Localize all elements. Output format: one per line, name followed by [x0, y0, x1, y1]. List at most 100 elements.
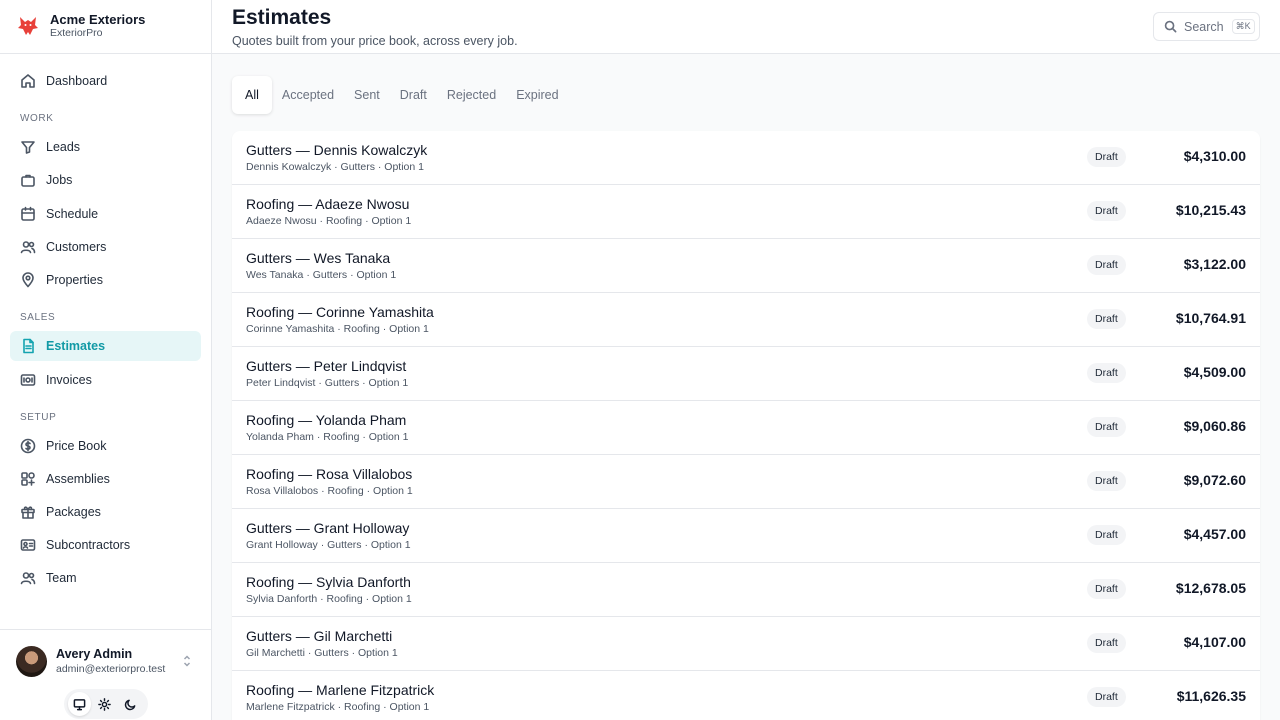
estimate-meta: Marlene Fitzpatrick · Roofing · Option 1	[246, 701, 430, 713]
estimate-title: Roofing — Adaeze Nwosu	[246, 196, 410, 212]
list-item[interactable]: Roofing — Marlene Fitzpatrick Marlene Fi…	[232, 671, 1260, 720]
sidebar-item-label: Customers	[46, 240, 107, 254]
sidebar-item-schedule[interactable]: Schedule	[10, 199, 201, 229]
sidebar-item-label: Subcontractors	[46, 538, 131, 552]
search-shortcut: ⌘K	[1231, 19, 1255, 34]
user-email: admin@exteriorpro.test	[56, 663, 166, 675]
status-badge: Draft	[1087, 471, 1126, 491]
monitor-icon[interactable]	[68, 692, 92, 716]
tab-draft[interactable]: Draft	[390, 76, 437, 114]
estimate-meta: Sylvia Danforth · Roofing · Option 1	[246, 593, 412, 605]
sidebar-item-estimates[interactable]: Estimates	[10, 331, 201, 361]
estimate-title: Gutters — Dennis Kowalczyk	[246, 142, 428, 158]
search-icon	[1164, 20, 1177, 33]
sidebar-item-dashboard[interactable]: Dashboard	[10, 66, 201, 96]
estimate-amount: $10,215.43	[1175, 202, 1246, 218]
estimate-meta: Grant Holloway · Gutters · Option 1	[246, 539, 411, 551]
status-badge: Draft	[1087, 687, 1126, 707]
list-item[interactable]: Roofing — Corinne Yamashita Corinne Yama…	[232, 293, 1260, 347]
page-header: Estimates Quotes built from your price b…	[212, 0, 1280, 54]
sidebar-item-invoices[interactable]: Invoices	[10, 365, 201, 395]
sidebar-item-jobs[interactable]: Jobs	[10, 165, 201, 195]
avatar[interactable]	[16, 646, 47, 677]
sidebar-item-label: Invoices	[46, 373, 92, 387]
sidebar-item-customers[interactable]: Customers	[10, 232, 201, 262]
list-item[interactable]: Roofing — Adaeze Nwosu Adaeze Nwosu · Ro…	[232, 185, 1260, 239]
receipt-icon	[20, 372, 36, 388]
estimate-title: Gutters — Gil Marchetti	[246, 628, 393, 644]
estimate-meta: Adaeze Nwosu · Roofing · Option 1	[246, 215, 412, 227]
sidebar-item-label: Packages	[46, 505, 101, 519]
status-badge: Draft	[1087, 309, 1126, 329]
page-subtitle: Quotes built from your price book, acros…	[232, 34, 518, 48]
estimate-amount: $3,122.00	[1183, 256, 1246, 272]
search-input[interactable]: Search ⌘K	[1153, 12, 1260, 41]
divider	[0, 53, 211, 54]
estimates-list: Gutters — Dennis Kowalczyk Dennis Kowalc…	[232, 131, 1260, 720]
chevrons-up-down-icon[interactable]	[182, 654, 192, 668]
briefcase-icon	[20, 172, 36, 188]
tab-rejected[interactable]: Rejected	[437, 76, 506, 114]
sidebar-item-assemblies[interactable]: Assemblies	[10, 464, 201, 494]
list-item[interactable]: Gutters — Wes Tanaka Wes Tanaka · Gutter…	[232, 239, 1260, 293]
section-label-setup: SETUP	[20, 412, 57, 423]
estimate-meta: Gil Marchetti · Gutters · Option 1	[246, 647, 398, 659]
estimate-meta: Rosa Villalobos · Roofing · Option 1	[246, 485, 413, 497]
funnel-icon	[20, 139, 36, 155]
sidebar-item-properties[interactable]: Properties	[10, 265, 201, 295]
brand-product: ExteriorPro	[50, 27, 103, 39]
estimate-amount: $4,457.00	[1183, 526, 1246, 542]
status-badge: Draft	[1087, 579, 1126, 599]
list-item[interactable]: Roofing — Sylvia Danforth Sylvia Danfort…	[232, 563, 1260, 617]
sidebar-item-label: Properties	[46, 273, 103, 287]
sidebar-item-label: Jobs	[46, 173, 73, 187]
brand-name: Acme Exteriors	[50, 12, 146, 27]
estimate-meta: Peter Lindqvist · Gutters · Option 1	[246, 377, 409, 389]
estimate-title: Gutters — Peter Lindqvist	[246, 358, 407, 374]
sidebar-item-label: Leads	[46, 140, 81, 154]
tab-expired[interactable]: Expired	[506, 76, 568, 114]
section-label-work: WORK	[20, 113, 54, 124]
status-badge: Draft	[1087, 255, 1126, 275]
sidebar-item-label: Estimates	[46, 339, 106, 353]
estimate-amount: $4,509.00	[1183, 364, 1246, 380]
divider	[0, 629, 211, 630]
sidebar-item-packages[interactable]: Packages	[10, 497, 201, 527]
calendar-icon	[20, 206, 36, 222]
tab-all[interactable]: All	[232, 76, 272, 114]
status-tabs: All Accepted Sent Draft Rejected Expired	[232, 76, 569, 114]
list-item[interactable]: Roofing — Rosa Villalobos Rosa Villalobo…	[232, 455, 1260, 509]
estimate-amount: $12,678.05	[1175, 580, 1246, 596]
dollar-circle-icon	[20, 438, 36, 454]
list-item[interactable]: Gutters — Peter Lindqvist Peter Lindqvis…	[232, 347, 1260, 401]
estimate-amount: $11,626.35	[1176, 688, 1246, 704]
gift-icon	[20, 504, 36, 520]
status-badge: Draft	[1087, 633, 1126, 653]
list-item[interactable]: Gutters — Gil Marchetti Gil Marchetti · …	[232, 617, 1260, 671]
list-item[interactable]: Gutters — Dennis Kowalczyk Dennis Kowalc…	[232, 131, 1260, 185]
estimate-meta: Wes Tanaka · Gutters · Option 1	[246, 269, 397, 281]
estimate-meta: Yolanda Pham · Roofing · Option 1	[246, 431, 409, 443]
estimate-title: Gutters — Grant Holloway	[246, 520, 410, 536]
status-badge: Draft	[1087, 525, 1126, 545]
estimate-meta: Corinne Yamashita · Roofing · Option 1	[246, 323, 429, 335]
sidebar-item-leads[interactable]: Leads	[10, 132, 201, 162]
shapes-icon	[20, 471, 36, 487]
sidebar-item-team[interactable]: Team	[10, 563, 201, 593]
home-icon	[20, 73, 36, 89]
status-badge: Draft	[1087, 201, 1126, 221]
team-icon	[20, 570, 36, 586]
sidebar-item-label: Schedule	[46, 207, 99, 221]
tab-accepted[interactable]: Accepted	[272, 76, 344, 114]
tab-sent[interactable]: Sent	[344, 76, 390, 114]
sun-icon[interactable]	[93, 692, 116, 716]
sidebar-item-subcontractors[interactable]: Subcontractors	[10, 530, 201, 560]
sidebar-item-price-book[interactable]: Price Book	[10, 431, 201, 461]
estimate-meta: Dennis Kowalczyk · Gutters · Option 1	[246, 161, 424, 173]
list-item[interactable]: Gutters — Grant Holloway Grant Holloway …	[232, 509, 1260, 563]
brand[interactable]: Acme Exteriors ExteriorPro	[16, 12, 145, 40]
list-item[interactable]: Roofing — Yolanda Pham Yolanda Pham · Ro…	[232, 401, 1260, 455]
moon-icon[interactable]	[119, 692, 142, 716]
user-name[interactable]: Avery Admin	[56, 647, 132, 661]
status-badge: Draft	[1087, 147, 1126, 167]
